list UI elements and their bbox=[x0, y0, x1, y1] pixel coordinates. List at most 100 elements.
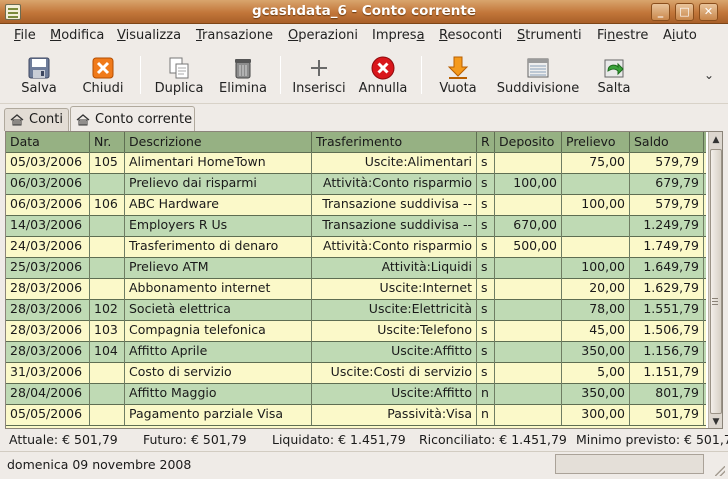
window-title: gcashdata_6 - Conto corrente bbox=[251, 3, 477, 19]
salva-button[interactable]: Salva bbox=[12, 48, 66, 102]
tab-conti[interactable]: Conti bbox=[4, 108, 69, 131]
close-button[interactable]: ✕ bbox=[699, 3, 718, 21]
cell-deposito: 670,00 bbox=[495, 215, 562, 236]
cell-saldo: 501,79 bbox=[630, 404, 704, 425]
trash-icon bbox=[235, 59, 251, 79]
chevron-down-icon[interactable]: ⌄ bbox=[704, 68, 714, 82]
table-row[interactable]: 24/03/2006 Trasferimento di denaro Attivit… bbox=[6, 236, 706, 257]
salta-label: Salta bbox=[597, 81, 631, 96]
menu-visualizza[interactable]: Visualizza bbox=[117, 28, 181, 43]
chiudi-button[interactable]: Chiudi bbox=[76, 48, 130, 102]
chiudi-label: Chiudi bbox=[82, 81, 124, 96]
column-header-descrizione[interactable]: Descrizione bbox=[125, 132, 312, 152]
cell-data: 05/05/2006 bbox=[6, 404, 90, 425]
vuota-button[interactable]: Vuota bbox=[430, 48, 486, 102]
resize-grip-icon[interactable] bbox=[715, 466, 725, 476]
column-header-trasferimento[interactable]: Trasferimento bbox=[312, 132, 477, 152]
table-row[interactable]: 06/03/2006 Prelievo dai risparmi Attività:… bbox=[6, 173, 706, 194]
scroll-down-icon[interactable]: ▼ bbox=[710, 416, 722, 428]
menu-operazioni[interactable]: Operazioni bbox=[288, 28, 358, 43]
duplica-button[interactable]: Duplica bbox=[150, 48, 208, 102]
blank-entry-row[interactable] bbox=[6, 425, 706, 428]
column-header-saldo[interactable]: Saldo bbox=[630, 132, 704, 152]
summary-liquidato: Liquidato: € 1.451,79 bbox=[272, 432, 406, 447]
column-header-deposito[interactable]: Deposito bbox=[495, 132, 562, 152]
cell-data: 06/03/2006 bbox=[6, 194, 90, 215]
cell-data: 14/03/2006 bbox=[6, 215, 90, 236]
menu-strumenti[interactable]: Strumenti bbox=[517, 28, 582, 43]
table-row[interactable]: 28/04/2006 Affitto Maggio Uscite:Affitto n 3… bbox=[6, 383, 706, 404]
column-header-r[interactable]: R bbox=[477, 132, 495, 152]
cell-prelievo bbox=[562, 173, 630, 194]
cell-deposito bbox=[495, 278, 562, 299]
menu-modifica[interactable]: Modifica bbox=[50, 28, 104, 43]
menu-resoconti[interactable]: Resoconti bbox=[439, 28, 502, 43]
cell-trasferimento: Attività:Liquidi bbox=[312, 257, 477, 278]
cell-descrizione: Employers R Us bbox=[125, 215, 312, 236]
cell-deposito bbox=[495, 404, 562, 425]
vertical-scrollbar[interactable]: ▲ ▼ bbox=[708, 132, 722, 428]
cell-descrizione: Alimentari HomeTown bbox=[125, 152, 312, 173]
menu-aiuto[interactable]: Aiuto bbox=[663, 28, 697, 43]
cell-deposito bbox=[495, 362, 562, 383]
cell-descrizione: Prelievo dai risparmi bbox=[125, 173, 312, 194]
table-row[interactable]: 14/03/2006 Employers R Us Transazione sudd… bbox=[6, 215, 706, 236]
cell-trasferimento: Transazione suddivisa -- bbox=[312, 194, 477, 215]
column-header-nr[interactable]: Nr. bbox=[90, 132, 125, 152]
progress-bar bbox=[555, 454, 704, 474]
tab-conto-corrente[interactable]: Conto corrente bbox=[70, 106, 195, 132]
column-header-data[interactable]: Data bbox=[6, 132, 90, 152]
salta-button[interactable]: Salta bbox=[588, 48, 640, 102]
table-row[interactable]: 05/03/2006 105 Alimentari HomeTown Uscite:A… bbox=[6, 152, 706, 173]
arrow-down-icon bbox=[447, 56, 469, 79]
table-row[interactable]: 05/05/2006 Pagamento parziale Visa Passivi… bbox=[6, 404, 706, 425]
scroll-up-icon[interactable]: ▲ bbox=[710, 134, 722, 146]
cell-data: 28/04/2006 bbox=[6, 383, 90, 404]
inserisci-button[interactable]: Inserisci bbox=[288, 48, 350, 102]
table-row[interactable]: 28/03/2006 103 Compagnia telefonica Uscite:… bbox=[6, 320, 706, 341]
cell-nr bbox=[90, 215, 125, 236]
table-row[interactable]: 31/03/2006 Costo di servizio Uscite:Costi … bbox=[6, 362, 706, 383]
scroll-thumb[interactable] bbox=[710, 149, 722, 414]
scroll-grip bbox=[712, 298, 718, 299]
cell-descrizione: Costo di servizio bbox=[125, 362, 312, 383]
cell-nr bbox=[90, 173, 125, 194]
salva-label: Salva bbox=[21, 81, 57, 96]
summary-minimo: Minimo previsto: € 501,79 bbox=[576, 432, 728, 447]
menu-transazione[interactable]: Transazione bbox=[196, 28, 273, 43]
maximize-button[interactable]: □ bbox=[675, 3, 694, 21]
suddivisione-label: Suddivisione bbox=[496, 81, 580, 96]
cell-trasferimento: Uscite:Telefono bbox=[312, 320, 477, 341]
cell-descrizione: Affitto Aprile bbox=[125, 341, 312, 362]
cell-deposito: 100,00 bbox=[495, 173, 562, 194]
status-bar: domenica 09 novembre 2008 bbox=[0, 451, 728, 479]
toolbar-separator bbox=[421, 56, 422, 94]
table-row[interactable]: 28/03/2006 104 Affitto Aprile Uscite:Affitt… bbox=[6, 341, 706, 362]
title-bar: gcashdata_6 - Conto corrente _ □ ✕ bbox=[0, 0, 728, 24]
cell-nr: 104 bbox=[90, 341, 125, 362]
cell-data: 28/03/2006 bbox=[6, 320, 90, 341]
cell-prelievo: 45,00 bbox=[562, 320, 630, 341]
cell-trasferimento: Passività:Visa bbox=[312, 404, 477, 425]
cell-saldo: 801,79 bbox=[630, 383, 704, 404]
cell-r: s bbox=[477, 320, 495, 341]
cell-trasferimento: Uscite:Alimentari bbox=[312, 152, 477, 173]
cell-saldo: 579,79 bbox=[630, 194, 704, 215]
column-header-prelievo[interactable]: Prelievo bbox=[562, 132, 630, 152]
menu-impresa[interactable]: Impresa bbox=[372, 28, 425, 43]
table-row[interactable]: 25/03/2006 Prelievo ATM Attività:Liquidi s 1… bbox=[6, 257, 706, 278]
minimize-button[interactable]: _ bbox=[651, 3, 670, 21]
elimina-button[interactable]: Elimina bbox=[214, 48, 272, 102]
menu-file[interactable]: File bbox=[14, 28, 36, 43]
suddivisione-button[interactable]: Suddivisione bbox=[493, 48, 583, 102]
table-row[interactable]: 28/03/2006 102 Società elettrica Uscite:Ele… bbox=[6, 299, 706, 320]
table-row[interactable]: 28/03/2006 Abbonamento internet Uscite:Int… bbox=[6, 278, 706, 299]
cell-r: s bbox=[477, 257, 495, 278]
cell-descrizione: Società elettrica bbox=[125, 299, 312, 320]
jump-icon bbox=[604, 59, 624, 78]
save-icon bbox=[28, 57, 50, 79]
menu-finestre[interactable]: Finestre bbox=[597, 28, 648, 43]
table-row[interactable]: 06/03/2006 106 ABC Hardware Transazione sud… bbox=[6, 194, 706, 215]
annulla-button[interactable]: Annulla bbox=[354, 48, 412, 102]
tab-bar: Conti Conto corrente bbox=[0, 104, 728, 132]
